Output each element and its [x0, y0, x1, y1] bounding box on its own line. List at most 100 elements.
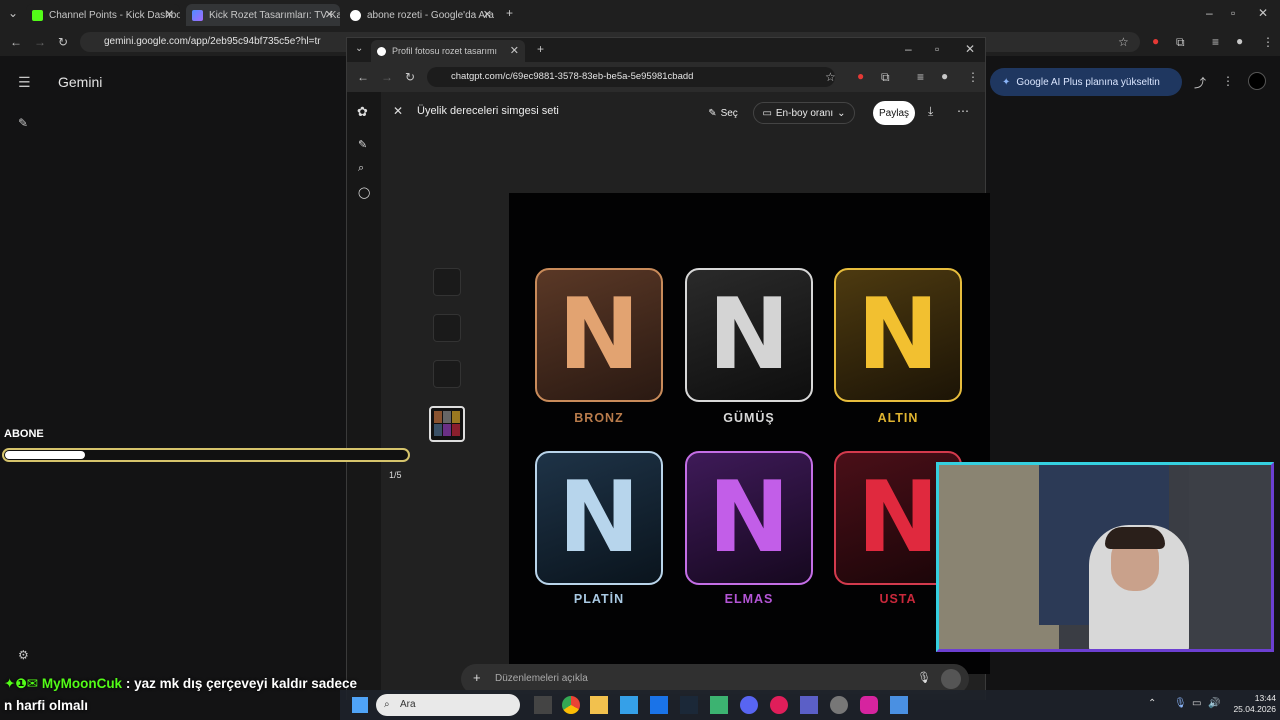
chatgpt-logo-icon[interactable]: ✿: [357, 104, 368, 120]
share-icon[interactable]: ⤴: [1194, 74, 1206, 91]
menu-icon[interactable]: ⋮: [1262, 35, 1274, 49]
chrome-icon[interactable]: [562, 696, 580, 714]
minecraft-icon[interactable]: [710, 696, 728, 714]
network-icon[interactable]: ▭: [1192, 698, 1201, 709]
menu-icon[interactable]: ⋮: [967, 70, 979, 84]
more-icon[interactable]: ⋯: [957, 104, 969, 118]
extension-icon[interactable]: ●: [1152, 34, 1159, 48]
tab-label: Channel Points - Kick Dashboar: [49, 9, 180, 21]
bookmark-star-icon[interactable]: ☆: [1118, 35, 1129, 49]
avatar[interactable]: [1248, 72, 1266, 90]
aspect-ratio-dropdown[interactable]: ▭ En-boy oranı ⌄: [753, 102, 855, 124]
hamburger-menu-icon[interactable]: ☰: [18, 74, 31, 91]
tab-search-icon[interactable]: ⌄: [355, 43, 363, 54]
composer-input[interactable]: Düzenlemeleri açıkla: [495, 673, 588, 684]
tab-google-search[interactable]: abone rozeti - Google'da Ara ✕: [344, 4, 498, 26]
close-tab-icon[interactable]: ✕: [165, 8, 174, 21]
obs-icon[interactable]: [830, 696, 848, 714]
app-icon[interactable]: [890, 696, 908, 714]
url-text: gemini.google.com/app/2eb95c94bf735c5e?h…: [104, 36, 321, 47]
search-icon[interactable]: ⌕: [358, 162, 364, 175]
microphone-icon[interactable]: 🎙: [917, 671, 931, 684]
close-icon[interactable]: ✕: [393, 104, 403, 118]
send-button[interactable]: [941, 669, 961, 689]
mail-icon[interactable]: [650, 696, 668, 714]
badge-letter: N: [557, 278, 641, 392]
share-button[interactable]: Paylaş: [873, 101, 915, 125]
app-icon[interactable]: [770, 696, 788, 714]
mic-tray-icon[interactable]: 🎙: [1174, 698, 1187, 709]
profile-icon[interactable]: ●: [1236, 34, 1243, 48]
inner-browser-window: ⌄ Profil fotosu rozet tasarımı ✕ + – ▫ ✕…: [346, 37, 990, 700]
url-field[interactable]: chatgpt.com/c/69ec9881-3578-83eb-be5a-5e…: [427, 67, 835, 87]
badge-label-altin: ALTIN: [877, 411, 919, 425]
teams-icon[interactable]: [800, 696, 818, 714]
select-button[interactable]: ✎ Seç: [701, 102, 745, 124]
badge-label-elmas: ELMAS: [724, 592, 774, 606]
close-tab-icon[interactable]: ✕: [510, 44, 519, 57]
variant-thumbnail[interactable]: [433, 360, 461, 388]
close-window-icon[interactable]: ✕: [965, 42, 975, 56]
more-icon[interactable]: ⋮: [1222, 74, 1234, 88]
extensions-puzzle-icon[interactable]: ⧉: [881, 70, 890, 85]
variant-thumbnail[interactable]: [433, 314, 461, 342]
close-window-icon[interactable]: ✕: [1258, 6, 1268, 20]
forward-icon[interactable]: →: [381, 70, 393, 84]
reload-icon[interactable]: ↻: [405, 70, 415, 84]
steam-icon[interactable]: [680, 696, 698, 714]
badge-gumus: N: [685, 268, 813, 402]
task-view-icon[interactable]: [534, 696, 552, 714]
close-tab-icon[interactable]: ✕: [483, 8, 492, 21]
tray-chevron-icon[interactable]: ⌃: [1148, 698, 1156, 709]
generated-image: N BRONZ N GÜMÜŞ N ALTIN N PLATİN N ELMAS…: [509, 193, 990, 674]
tab-label: Profil fotosu rozet tasarımı: [392, 46, 498, 56]
back-icon[interactable]: ←: [357, 70, 369, 84]
download-icon[interactable]: ⤓: [928, 104, 933, 119]
reload-icon[interactable]: ↻: [58, 35, 68, 49]
aspect-icon: ▭: [762, 107, 772, 119]
chatgpt-favicon-icon: [377, 46, 386, 56]
tab-kick-dashboard[interactable]: Channel Points - Kick Dashboar ✕: [26, 4, 180, 26]
forward-icon[interactable]: →: [34, 35, 46, 49]
inner-address-bar: ← → ↻ chatgpt.com/c/69ec9881-3578-83eb-b…: [347, 62, 985, 92]
badge-letter: N: [707, 278, 791, 392]
bookmark-star-icon[interactable]: ☆: [825, 70, 836, 84]
extensions-puzzle-icon[interactable]: ⧉: [1176, 35, 1185, 50]
media-control-icon[interactable]: ≡: [917, 70, 924, 84]
new-tab-icon[interactable]: +: [537, 42, 544, 56]
kick-favicon-icon: [32, 9, 43, 21]
close-tab-icon[interactable]: ✕: [325, 8, 334, 21]
minimize-icon[interactable]: –: [1206, 6, 1213, 20]
chat-username: MyMoonCuk: [41, 676, 123, 691]
discord-icon[interactable]: [740, 696, 758, 714]
new-chat-icon[interactable]: ✎: [358, 138, 367, 151]
variant-thumbnail[interactable]: [433, 268, 461, 296]
media-control-icon[interactable]: ≡: [1212, 35, 1219, 49]
new-chat-icon[interactable]: ✎: [18, 116, 28, 130]
back-icon[interactable]: ←: [10, 35, 22, 49]
volume-icon[interactable]: 🔊: [1208, 698, 1220, 709]
windows-start-icon[interactable]: [352, 697, 368, 713]
tab-search-icon[interactable]: ⌄: [8, 6, 18, 20]
new-tab-icon[interactable]: +: [506, 6, 513, 20]
profile-icon[interactable]: ●: [941, 69, 948, 83]
minimize-icon[interactable]: –: [905, 42, 912, 56]
search-icon: ⌕: [384, 699, 390, 710]
taskbar-search[interactable]: ⌕ Ara: [376, 694, 520, 716]
upgrade-button[interactable]: ✦ Google AI Plus planına yükseltin: [990, 68, 1182, 96]
maximize-icon[interactable]: ▫: [935, 42, 939, 56]
tab-kick-rozet[interactable]: Kick Rozet Tasarımları: TV Kanal ✕: [186, 4, 340, 26]
clock[interactable]: 13:44 25.04.2026: [1226, 693, 1276, 715]
plus-icon[interactable]: +: [473, 670, 481, 685]
clock-date: 25.04.2026: [1233, 704, 1276, 714]
extension-icon[interactable]: ●: [857, 69, 864, 83]
variant-thumbnail-selected[interactable]: [429, 406, 465, 442]
instagram-icon[interactable]: [860, 696, 878, 714]
hair: [1105, 527, 1165, 549]
maximize-icon[interactable]: ▫: [1231, 6, 1235, 20]
store-icon[interactable]: [620, 696, 638, 714]
tab-profil-rozet[interactable]: Profil fotosu rozet tasarımı ✕: [371, 40, 525, 62]
folder-icon[interactable]: [590, 696, 608, 714]
chat-bubble-icon[interactable]: ◯: [358, 186, 370, 199]
settings-icon[interactable]: ⚙: [18, 648, 29, 662]
